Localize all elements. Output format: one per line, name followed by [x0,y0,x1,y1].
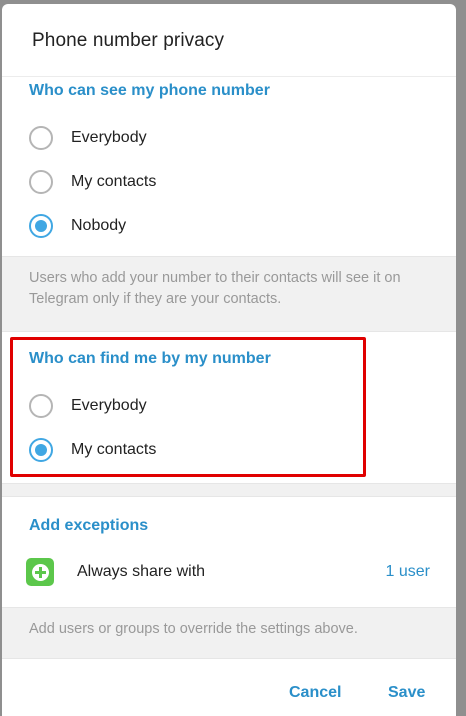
see-option-everybody[interactable]: Everybody [29,124,147,152]
exceptions-note-block: Add users or groups to override the sett… [2,607,456,659]
see-section-header: Who can see my phone number [29,82,270,99]
save-button[interactable]: Save [388,684,425,702]
see-option-my-contacts[interactable]: My contacts [29,168,156,196]
see-note-block: Users who add your number to their conta… [2,256,456,332]
radio-unchecked-icon[interactable] [29,170,53,194]
cancel-button[interactable]: Cancel [289,684,341,702]
radio-checked-icon[interactable] [29,214,53,238]
exceptions-note: Add users or groups to override the sett… [29,621,358,637]
add-plus-icon [26,558,54,586]
privacy-dialog: Phone number privacy Who can see my phon… [2,4,456,716]
always-share-with-label: Always share with [77,563,206,580]
see-option-nobody[interactable]: Nobody [29,212,126,240]
radio-label: My contacts [71,173,157,190]
exceptions-header: Add exceptions [29,517,149,534]
dialog-title: Phone number privacy [32,30,225,51]
title-divider [2,76,456,77]
radio-unchecked-icon[interactable] [29,126,53,150]
always-share-with-row[interactable]: Always share with 1 user [26,557,430,587]
exceptions-count: 1 user [385,563,430,580]
radio-label: Everybody [71,129,147,146]
radio-label: Nobody [71,217,127,234]
section-separator [2,483,456,497]
see-section-note: Users who add your number to their conta… [29,270,401,307]
highlight-annotation-box [10,337,366,477]
